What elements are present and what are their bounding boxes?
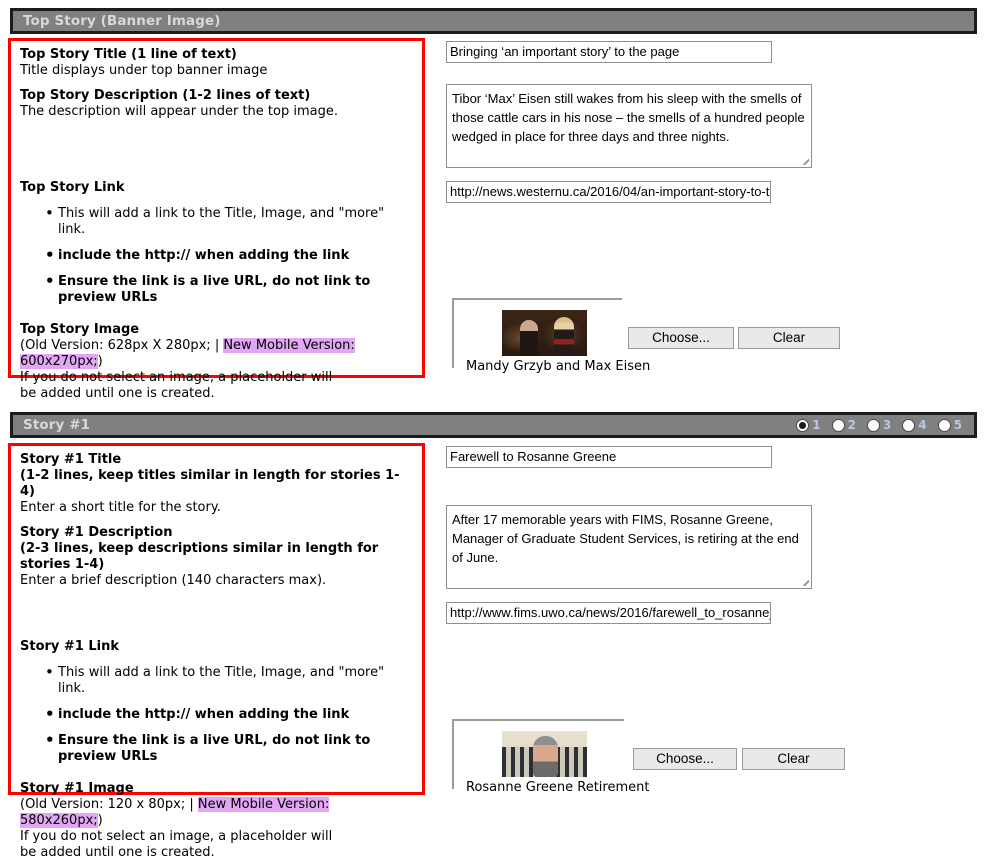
list-item: include the http:// when adding the link: [58, 707, 414, 723]
story1-link-bullets: This will add a link to the Title, Image…: [20, 665, 414, 765]
top-story-description-textarea[interactable]: Tibor ‘Max’ Eisen still wakes from his s…: [446, 84, 812, 168]
top-story-link-heading: Top Story Link: [20, 180, 414, 196]
top-story-choose-button[interactable]: Choose...: [628, 327, 734, 349]
section-title: Top Story (Banner Image): [23, 13, 221, 29]
top-story-image-note-2: be added until one is created.: [20, 386, 414, 402]
image-dims-prefix: (Old Version: 120 x 80px; |: [20, 797, 198, 812]
story1-link-input[interactable]: http://www.fims.uwo.ca/news/2016/farewel…: [446, 602, 771, 624]
story1-image-caption: Rosanne Greene Retirement: [454, 777, 624, 797]
story-selector-radio-group[interactable]: 1 2 3 4 5: [796, 419, 966, 432]
instructions-panel-story-1: Story #1 Title (1-2 lines, keep titles s…: [8, 443, 425, 795]
image-dims-suffix: ): [98, 354, 103, 369]
top-story-image-heading: Top Story Image: [20, 322, 414, 338]
story-radio-3[interactable]: 3: [867, 419, 891, 432]
radio-button-icon[interactable]: [902, 419, 915, 432]
top-story-title-sub: Title displays under top banner image: [20, 63, 414, 79]
story1-title-heading: Story #1 Title: [20, 452, 414, 468]
story-radio-5[interactable]: 5: [938, 419, 962, 432]
story1-image-note-1: If you do not select an image, a placeho…: [20, 829, 414, 845]
top-story-description-value: Tibor ‘Max’ Eisen still wakes from his s…: [452, 91, 805, 144]
story1-title-heading2: (1-2 lines, keep titles similar in lengt…: [20, 468, 414, 500]
story1-image-preview: Rosanne Greene Retirement: [452, 719, 624, 789]
top-story-thumbnail-image: [502, 310, 587, 356]
radio-label: 4: [918, 419, 926, 431]
top-story-image-note-1: If you do not select an image, a placeho…: [20, 370, 414, 386]
list-item: Ensure the link is a live URL, do not li…: [58, 733, 414, 765]
image-dims-suffix: ): [98, 813, 103, 828]
radio-button-icon[interactable]: [796, 419, 809, 432]
section-header-story-1: Story #1 1 2 3 4 5: [10, 412, 977, 438]
story1-desc-heading: Story #1 Description: [20, 525, 414, 541]
top-story-title-heading: Top Story Title (1 line of text): [20, 47, 414, 63]
story1-title-input[interactable]: Farewell to Rosanne Greene: [446, 446, 772, 468]
instructions-panel-top-story: Top Story Title (1 line of text) Title d…: [8, 38, 425, 378]
story1-choose-button[interactable]: Choose...: [633, 748, 737, 770]
image-dims-prefix: (Old Version: 628px X 280px; |: [20, 338, 223, 353]
story-radio-2[interactable]: 2: [832, 419, 856, 432]
story1-image-dims: (Old Version: 120 x 80px; | New Mobile V…: [20, 797, 414, 829]
resize-grip-icon[interactable]: [800, 156, 809, 165]
list-item: include the http:// when adding the link: [58, 248, 414, 264]
top-story-image-caption: Mandy Grzyb and Max Eisen: [454, 356, 622, 376]
radio-button-icon[interactable]: [938, 419, 951, 432]
top-story-image-preview: Mandy Grzyb and Max Eisen: [452, 298, 622, 368]
top-story-desc-sub: The description will appear under the to…: [20, 104, 414, 120]
story1-link-heading: Story #1 Link: [20, 639, 414, 655]
story1-image-heading: Story #1 Image: [20, 781, 414, 797]
top-story-clear-button[interactable]: Clear: [738, 327, 840, 349]
list-item: This will add a link to the Title, Image…: [58, 206, 414, 238]
top-story-link-input[interactable]: http://news.westernu.ca/2016/04/an-impor…: [446, 181, 771, 203]
story-radio-1[interactable]: 1: [796, 419, 820, 432]
section-title: Story #1: [23, 417, 90, 433]
story1-desc-sub: Enter a brief description (140 character…: [20, 573, 414, 589]
list-item: This will add a link to the Title, Image…: [58, 665, 414, 697]
radio-label: 5: [954, 419, 962, 431]
radio-label: 2: [848, 419, 856, 431]
top-story-image-dims: (Old Version: 628px X 280px; | New Mobil…: [20, 338, 414, 370]
story1-title-sub: Enter a short title for the story.: [20, 500, 414, 516]
story1-thumbnail-image: [502, 731, 587, 777]
list-item: Ensure the link is a live URL, do not li…: [58, 274, 414, 306]
top-story-desc-heading: Top Story Description (1-2 lines of text…: [20, 88, 414, 104]
top-story-link-bullets: This will add a link to the Title, Image…: [20, 206, 414, 306]
story1-image-note-2: be added until one is created.: [20, 845, 414, 861]
story1-desc-heading2: (2-3 lines, keep descriptions similar in…: [20, 541, 414, 573]
story1-clear-button[interactable]: Clear: [742, 748, 845, 770]
radio-button-icon[interactable]: [832, 419, 845, 432]
radio-label: 1: [812, 419, 820, 431]
section-header-top-story: Top Story (Banner Image): [10, 8, 977, 34]
story1-description-textarea[interactable]: After 17 memorable years with FIMS, Rosa…: [446, 505, 812, 589]
story1-description-value: After 17 memorable years with FIMS, Rosa…: [452, 512, 799, 565]
story-radio-4[interactable]: 4: [902, 419, 926, 432]
radio-button-icon[interactable]: [867, 419, 880, 432]
resize-grip-icon[interactable]: [800, 577, 809, 586]
top-story-title-input[interactable]: Bringing ‘an important story’ to the pag…: [446, 41, 772, 63]
radio-label: 3: [883, 419, 891, 431]
